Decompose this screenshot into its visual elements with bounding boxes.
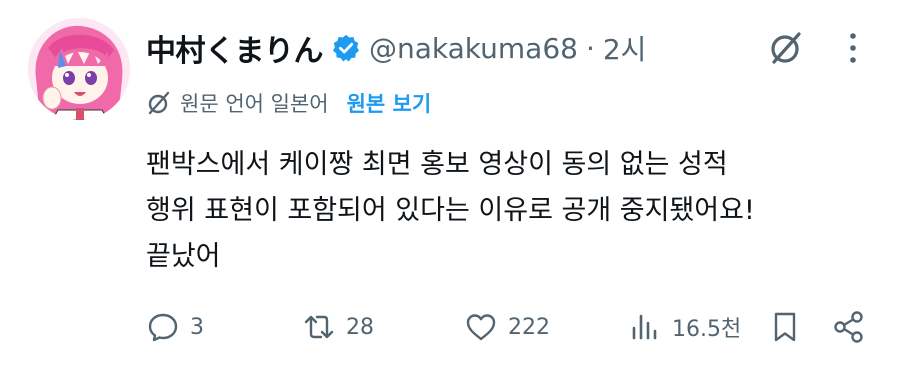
handle[interactable]: @nakakuma68: [369, 32, 578, 65]
retweet-count: 28: [346, 314, 374, 340]
like-count: 222: [508, 314, 550, 340]
tweet-text-line: 팬박스에서 케이짱 최면 홍보 영상이 동의 없는 성적: [146, 149, 728, 180]
retweet-icon: [304, 315, 334, 339]
reply-icon: [148, 313, 178, 342]
separator-dot: ·: [585, 31, 595, 65]
tweet-text-line: 행위 표현이 포함되어 있다는 이유로 공개 중지됐어요!: [146, 195, 755, 226]
action-bar: 3 28 222 16.5천: [0, 304, 900, 350]
like-button[interactable]: 222: [464, 304, 550, 350]
share-icon[interactable]: [832, 310, 866, 344]
timestamp[interactable]: 2시: [603, 28, 647, 68]
bookmark-icon[interactable]: [768, 310, 802, 344]
source-language-label: 원문 언어 일본어: [180, 92, 329, 116]
avatar-image: [28, 18, 130, 120]
avatar[interactable]: [28, 18, 130, 120]
views-button[interactable]: 16.5천: [628, 304, 741, 350]
translation-bar: 원문 언어 일본어 원본 보기: [146, 86, 431, 120]
tweet-text: 팬박스에서 케이짱 최면 홍보 영상이 동의 없는 성적 행위 표현이 포함되어…: [146, 142, 886, 280]
verified-badge-icon: [333, 34, 359, 62]
tweet-header: 中村くまりん @nakakuma68 · 2시: [146, 26, 646, 70]
display-name[interactable]: 中村くまりん: [146, 26, 324, 70]
tweet-text-line: 끝났어: [146, 241, 221, 272]
translate-icon: [148, 91, 170, 115]
views-icon: [632, 314, 657, 340]
reply-count: 3: [190, 314, 204, 340]
retweet-button[interactable]: 28: [302, 304, 374, 350]
show-original-link[interactable]: 원본 보기: [347, 88, 432, 118]
reply-button[interactable]: 3: [146, 304, 204, 350]
views-count: 16.5천: [672, 317, 742, 342]
grok-icon[interactable]: [766, 28, 806, 68]
more-icon[interactable]: [838, 28, 868, 68]
like-icon: [466, 314, 496, 341]
